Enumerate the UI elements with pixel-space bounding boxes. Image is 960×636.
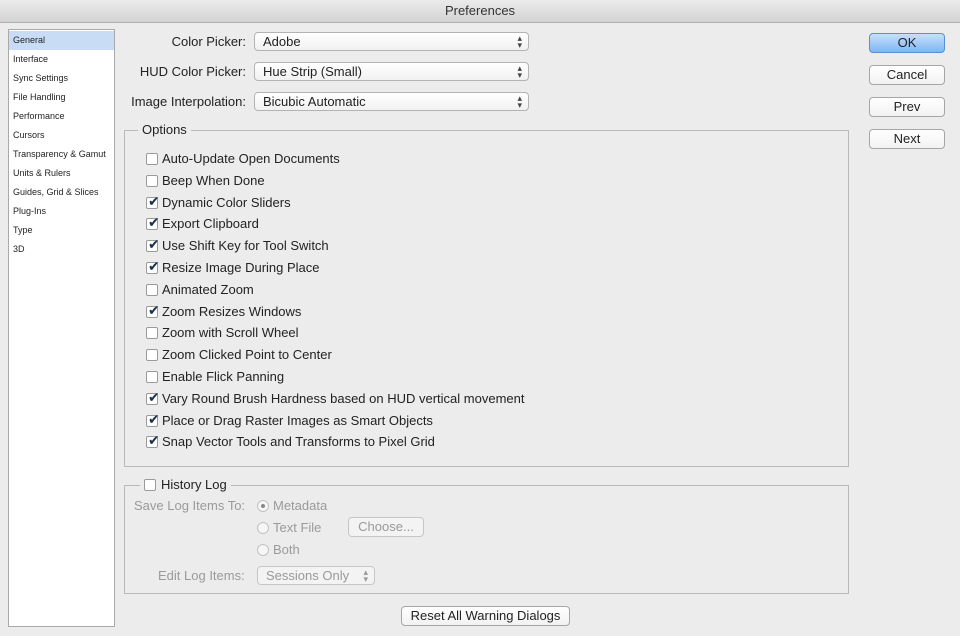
sidebar-item-performance[interactable]: Performance xyxy=(9,107,114,126)
option-label: Zoom Clicked Point to Center xyxy=(162,347,332,362)
radio-metadata[interactable] xyxy=(257,500,269,512)
option-label: Zoom Resizes Windows xyxy=(162,304,302,319)
checkmark-icon: ✔ xyxy=(148,259,160,275)
checkmark-icon: ✔ xyxy=(148,303,160,319)
radio-selected-dot-icon xyxy=(261,504,265,508)
checkmark-icon: ✔ xyxy=(148,433,160,449)
edit-log-items-select[interactable]: Sessions Only ▴ ▾ xyxy=(257,566,375,585)
select-arrows-icon: ▴ ▾ xyxy=(517,63,522,80)
option-checkbox[interactable]: ✔ xyxy=(146,259,160,275)
radio-both-label: Both xyxy=(273,542,300,557)
image-interpolation-value: Bicubic Automatic xyxy=(263,94,366,109)
option-checkbox[interactable]: ✔ xyxy=(146,390,160,406)
option-checkbox[interactable]: ✔ xyxy=(146,303,160,319)
history-log-title: History Log xyxy=(161,477,227,492)
sidebar-item-file-handling[interactable]: File Handling xyxy=(9,88,114,107)
option-label: Resize Image During Place xyxy=(162,260,320,275)
option-label: Export Clipboard xyxy=(162,216,259,231)
sidebar-item-cursors[interactable]: Cursors xyxy=(9,126,114,145)
edit-log-items-label: Edit Log Items: xyxy=(158,568,245,583)
sidebar-item-units-rulers[interactable]: Units & Rulers xyxy=(9,164,114,183)
radio-metadata-label: Metadata xyxy=(273,498,328,513)
sidebar-item-sync-settings[interactable]: Sync Settings xyxy=(9,69,114,88)
color-picker-label: Color Picker: xyxy=(171,34,246,49)
cancel-button[interactable]: Cancel xyxy=(869,65,945,85)
prev-button[interactable]: Prev xyxy=(869,97,945,117)
option-checkbox[interactable]: ✔ xyxy=(146,215,160,231)
sidebar-item-plug-ins[interactable]: Plug-Ins xyxy=(9,202,114,221)
checkmark-icon: ✔ xyxy=(148,412,160,428)
sidebar-item-general[interactable]: General xyxy=(9,31,114,50)
option-checkbox[interactable]: ✔ xyxy=(146,433,160,449)
checkmark-icon: ✔ xyxy=(148,390,160,406)
option-checkbox[interactable] xyxy=(146,284,158,296)
option-checkbox[interactable] xyxy=(146,371,158,383)
options-group-title: Options xyxy=(138,122,191,138)
edit-log-items-value: Sessions Only xyxy=(266,568,350,583)
option-checkbox[interactable] xyxy=(146,175,158,187)
color-picker-select[interactable]: Adobe ▴ ▾ xyxy=(254,32,529,51)
window-title: Preferences xyxy=(0,0,960,23)
select-arrows-icon: ▴ ▾ xyxy=(517,93,522,110)
option-checkbox[interactable] xyxy=(146,153,158,165)
image-interpolation-row: Image Interpolation: xyxy=(120,92,246,112)
radio-text-file-label: Text File xyxy=(273,520,322,535)
option-checkbox[interactable]: ✔ xyxy=(146,194,160,210)
color-picker-value: Adobe xyxy=(263,34,301,49)
select-arrows-icon: ▴ ▾ xyxy=(363,567,368,584)
option-checkbox[interactable]: ✔ xyxy=(146,237,160,253)
sidebar-item-guides-grid-slices[interactable]: Guides, Grid & Slices xyxy=(9,183,114,202)
image-interpolation-label: Image Interpolation: xyxy=(131,94,246,109)
checkmark-icon: ✔ xyxy=(148,215,160,231)
option-checkbox[interactable] xyxy=(146,349,158,361)
sidebar-item-type[interactable]: Type xyxy=(9,221,114,240)
hud-color-picker-row: HUD Color Picker: xyxy=(120,62,246,82)
image-interpolation-select[interactable]: Bicubic Automatic ▴ ▾ xyxy=(254,92,529,111)
radio-both[interactable] xyxy=(257,544,269,556)
option-label: Place or Drag Raster Images as Smart Obj… xyxy=(162,413,433,428)
sidebar-item-interface[interactable]: Interface xyxy=(9,50,114,69)
choose-button[interactable]: Choose... xyxy=(348,517,424,537)
save-log-items-label: Save Log Items To: xyxy=(134,498,246,513)
checkmark-icon: ✔ xyxy=(148,194,160,210)
option-label: Enable Flick Panning xyxy=(162,369,285,384)
option-label: Beep When Done xyxy=(162,173,265,188)
history-log-header: History Log xyxy=(140,477,231,493)
hud-color-picker-value: Hue Strip (Small) xyxy=(263,64,362,79)
option-label: Snap Vector Tools and Transforms to Pixe… xyxy=(162,434,435,449)
select-arrows-icon: ▴ ▾ xyxy=(517,33,522,50)
option-label: Use Shift Key for Tool Switch xyxy=(162,238,329,253)
hud-color-picker-label: HUD Color Picker: xyxy=(139,64,246,79)
reset-all-warning-dialogs-button[interactable]: Reset All Warning Dialogs xyxy=(401,606,570,626)
radio-text-file[interactable] xyxy=(257,522,269,534)
option-label: Animated Zoom xyxy=(162,282,254,297)
option-label: Auto-Update Open Documents xyxy=(162,151,340,166)
option-label: Vary Round Brush Hardness based on HUD v… xyxy=(162,391,525,406)
next-button[interactable]: Next xyxy=(869,129,945,149)
option-checkbox[interactable]: ✔ xyxy=(146,412,160,428)
sidebar-item-transparency-gamut[interactable]: Transparency & Gamut xyxy=(9,145,114,164)
option-label: Zoom with Scroll Wheel xyxy=(162,325,299,340)
preferences-sidebar: General Interface Sync Settings File Han… xyxy=(8,29,115,627)
checkmark-icon: ✔ xyxy=(148,237,160,253)
option-label: Dynamic Color Sliders xyxy=(162,195,291,210)
history-log-checkbox[interactable] xyxy=(144,479,156,491)
ok-button[interactable]: OK xyxy=(869,33,945,53)
option-checkbox[interactable] xyxy=(146,327,158,339)
color-picker-row: Color Picker: xyxy=(120,32,246,52)
hud-color-picker-select[interactable]: Hue Strip (Small) ▴ ▾ xyxy=(254,62,529,81)
sidebar-item-3d[interactable]: 3D xyxy=(9,240,114,259)
